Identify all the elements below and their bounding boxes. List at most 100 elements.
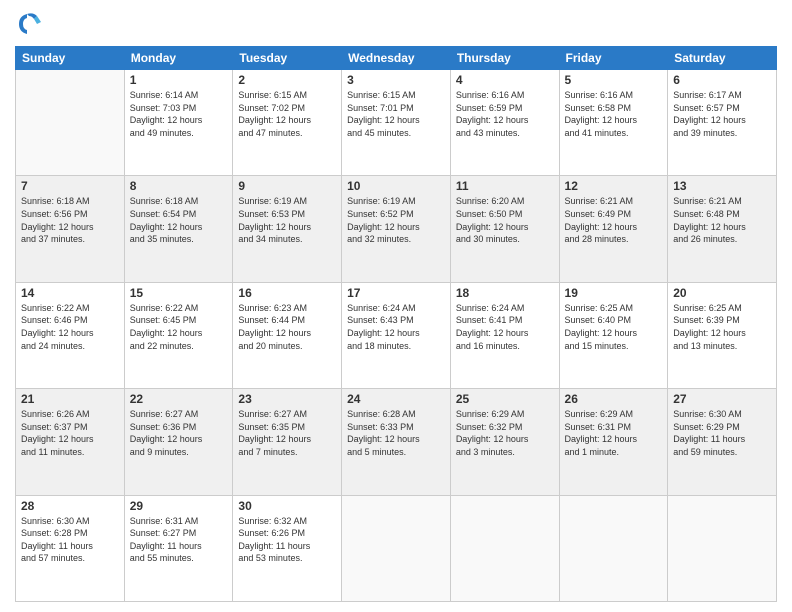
calendar-cell: 2 Sunrise: 6:15 AMSunset: 7:02 PMDaylight… <box>233 70 342 176</box>
day-info: Sunrise: 6:19 AMSunset: 6:52 PMDaylight:… <box>347 195 445 245</box>
day-number: 4 <box>456 73 554 87</box>
calendar-cell: 1Sunrise: 6:14 AMSunset: 7:03 PMDaylight… <box>124 70 233 176</box>
day-info: Sunrise: 6:22 AMSunset: 6:45 PMDaylight:… <box>130 302 228 352</box>
day-number: 12 <box>565 179 663 193</box>
day-number: 13 <box>673 179 771 193</box>
calendar-cell: 12 Sunrise: 6:21 AMSunset: 6:49 PMDayligh… <box>559 176 668 282</box>
calendar-cell: 29 Sunrise: 6:31 AMSunset: 6:27 PMDayligh… <box>124 495 233 601</box>
logo <box>15 10 47 38</box>
day-number: 30 <box>238 499 336 513</box>
header <box>15 10 777 38</box>
day-info: Sunrise: 6:24 AMSunset: 6:41 PMDaylight:… <box>456 302 554 352</box>
calendar-cell: 18Sunrise: 6:24 AMSunset: 6:41 PMDayligh… <box>450 282 559 388</box>
calendar-week-row: 1Sunrise: 6:14 AMSunset: 7:03 PMDaylight… <box>16 70 777 176</box>
day-info: Sunrise: 6:26 AMSunset: 6:37 PMDaylight:… <box>21 408 119 458</box>
day-number: 3 <box>347 73 445 87</box>
day-number: 10 <box>347 179 445 193</box>
day-info: Sunrise: 6:30 AMSunset: 6:28 PMDaylight:… <box>21 515 119 565</box>
weekday-header-thursday: Thursday <box>450 47 559 70</box>
day-number: 24 <box>347 392 445 406</box>
day-info: Sunrise: 6:24 AMSunset: 6:43 PMDaylight:… <box>347 302 445 352</box>
calendar-cell: 22 Sunrise: 6:27 AMSunset: 6:36 PMDayligh… <box>124 389 233 495</box>
day-info: Sunrise: 6:21 AMSunset: 6:49 PMDaylight:… <box>565 195 663 245</box>
day-number: 25 <box>456 392 554 406</box>
day-number: 29 <box>130 499 228 513</box>
day-number: 8 <box>130 179 228 193</box>
calendar-cell <box>450 495 559 601</box>
day-number: 23 <box>238 392 336 406</box>
calendar-cell: 10 Sunrise: 6:19 AMSunset: 6:52 PMDayligh… <box>342 176 451 282</box>
calendar-cell <box>16 70 125 176</box>
day-number: 6 <box>673 73 771 87</box>
day-number: 7 <box>21 179 119 193</box>
calendar-page: SundayMondayTuesdayWednesdayThursdayFrid… <box>0 0 792 612</box>
calendar-cell: 26 Sunrise: 6:29 AMSunset: 6:31 PMDayligh… <box>559 389 668 495</box>
day-info: Sunrise: 6:29 AMSunset: 6:31 PMDaylight:… <box>565 408 663 458</box>
day-info: Sunrise: 6:29 AMSunset: 6:32 PMDaylight:… <box>456 408 554 458</box>
day-number: 9 <box>238 179 336 193</box>
calendar-cell: 25 Sunrise: 6:29 AMSunset: 6:32 PMDayligh… <box>450 389 559 495</box>
day-info: Sunrise: 6:27 AMSunset: 6:35 PMDaylight:… <box>238 408 336 458</box>
calendar-cell: 16 Sunrise: 6:23 AMSunset: 6:44 PMDayligh… <box>233 282 342 388</box>
day-info: Sunrise: 6:31 AMSunset: 6:27 PMDaylight:… <box>130 515 228 565</box>
weekday-header-friday: Friday <box>559 47 668 70</box>
day-number: 15 <box>130 286 228 300</box>
weekday-header-row: SundayMondayTuesdayWednesdayThursdayFrid… <box>16 47 777 70</box>
day-info: Sunrise: 6:17 AMSunset: 6:57 PMDaylight:… <box>673 89 771 139</box>
day-number: 22 <box>130 392 228 406</box>
calendar-week-row: 21 Sunrise: 6:26 AMSunset: 6:37 PMDayligh… <box>16 389 777 495</box>
logo-icon <box>15 10 43 38</box>
calendar-cell: 20Sunrise: 6:25 AMSunset: 6:39 PMDayligh… <box>668 282 777 388</box>
day-info: Sunrise: 6:21 AMSunset: 6:48 PMDaylight:… <box>673 195 771 245</box>
day-number: 11 <box>456 179 554 193</box>
calendar-cell <box>668 495 777 601</box>
calendar-cell: 27 Sunrise: 6:30 AMSunset: 6:29 PMDayligh… <box>668 389 777 495</box>
calendar-cell: 19 Sunrise: 6:25 AMSunset: 6:40 PMDayligh… <box>559 282 668 388</box>
day-info: Sunrise: 6:15 AMSunset: 7:01 PMDaylight:… <box>347 89 445 139</box>
calendar-cell: 7 Sunrise: 6:18 AMSunset: 6:56 PMDaylight… <box>16 176 125 282</box>
day-info: Sunrise: 6:18 AMSunset: 6:54 PMDaylight:… <box>130 195 228 245</box>
calendar-week-row: 14 Sunrise: 6:22 AMSunset: 6:46 PMDayligh… <box>16 282 777 388</box>
day-info: Sunrise: 6:30 AMSunset: 6:29 PMDaylight:… <box>673 408 771 458</box>
day-info: Sunrise: 6:18 AMSunset: 6:56 PMDaylight:… <box>21 195 119 245</box>
calendar-cell <box>559 495 668 601</box>
day-number: 14 <box>21 286 119 300</box>
day-info: Sunrise: 6:15 AMSunset: 7:02 PMDaylight:… <box>238 89 336 139</box>
day-number: 28 <box>21 499 119 513</box>
day-info: Sunrise: 6:16 AMSunset: 6:59 PMDaylight:… <box>456 89 554 139</box>
day-number: 26 <box>565 392 663 406</box>
day-info: Sunrise: 6:25 AMSunset: 6:40 PMDaylight:… <box>565 302 663 352</box>
weekday-header-wednesday: Wednesday <box>342 47 451 70</box>
day-number: 5 <box>565 73 663 87</box>
calendar-table: SundayMondayTuesdayWednesdayThursdayFrid… <box>15 46 777 602</box>
weekday-header-saturday: Saturday <box>668 47 777 70</box>
calendar-cell: 5Sunrise: 6:16 AMSunset: 6:58 PMDaylight… <box>559 70 668 176</box>
calendar-cell: 15 Sunrise: 6:22 AMSunset: 6:45 PMDayligh… <box>124 282 233 388</box>
calendar-cell: 24 Sunrise: 6:28 AMSunset: 6:33 PMDayligh… <box>342 389 451 495</box>
day-info: Sunrise: 6:22 AMSunset: 6:46 PMDaylight:… <box>21 302 119 352</box>
calendar-cell: 21 Sunrise: 6:26 AMSunset: 6:37 PMDayligh… <box>16 389 125 495</box>
weekday-header-sunday: Sunday <box>16 47 125 70</box>
day-info: Sunrise: 6:32 AMSunset: 6:26 PMDaylight:… <box>238 515 336 565</box>
day-info: Sunrise: 6:19 AMSunset: 6:53 PMDaylight:… <box>238 195 336 245</box>
day-number: 27 <box>673 392 771 406</box>
calendar-cell: 23 Sunrise: 6:27 AMSunset: 6:35 PMDayligh… <box>233 389 342 495</box>
calendar-cell: 4 Sunrise: 6:16 AMSunset: 6:59 PMDaylight… <box>450 70 559 176</box>
day-info: Sunrise: 6:27 AMSunset: 6:36 PMDaylight:… <box>130 408 228 458</box>
day-info: Sunrise: 6:14 AMSunset: 7:03 PMDaylight:… <box>130 89 228 139</box>
day-number: 21 <box>21 392 119 406</box>
day-info: Sunrise: 6:23 AMSunset: 6:44 PMDaylight:… <box>238 302 336 352</box>
day-number: 16 <box>238 286 336 300</box>
day-number: 19 <box>565 286 663 300</box>
day-info: Sunrise: 6:28 AMSunset: 6:33 PMDaylight:… <box>347 408 445 458</box>
calendar-cell: 11 Sunrise: 6:20 AMSunset: 6:50 PMDayligh… <box>450 176 559 282</box>
day-number: 2 <box>238 73 336 87</box>
day-number: 17 <box>347 286 445 300</box>
calendar-cell: 17 Sunrise: 6:24 AMSunset: 6:43 PMDayligh… <box>342 282 451 388</box>
weekday-header-tuesday: Tuesday <box>233 47 342 70</box>
calendar-week-row: 7 Sunrise: 6:18 AMSunset: 6:56 PMDaylight… <box>16 176 777 282</box>
calendar-cell: 28 Sunrise: 6:30 AMSunset: 6:28 PMDayligh… <box>16 495 125 601</box>
calendar-cell: 3 Sunrise: 6:15 AMSunset: 7:01 PMDaylight… <box>342 70 451 176</box>
day-info: Sunrise: 6:20 AMSunset: 6:50 PMDaylight:… <box>456 195 554 245</box>
day-info: Sunrise: 6:25 AMSunset: 6:39 PMDaylight:… <box>673 302 771 352</box>
